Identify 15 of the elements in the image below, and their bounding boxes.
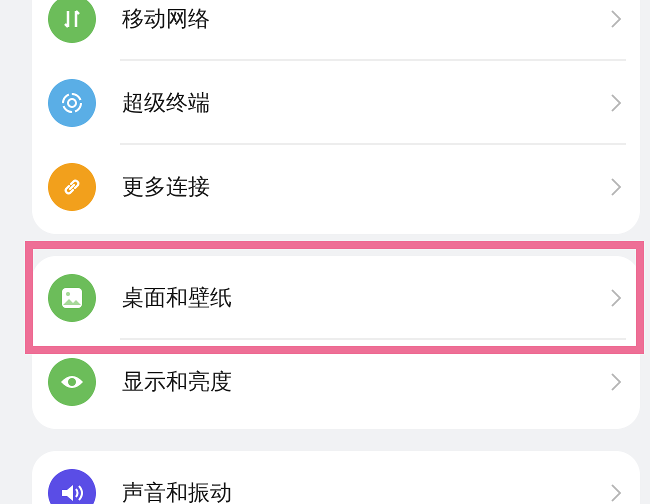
setting-label[interactable]: 超级终端: [122, 88, 610, 118]
image-icon: [60, 286, 84, 310]
setting-label[interactable]: 更多连接: [122, 172, 610, 202]
chevron-icon: [610, 288, 622, 308]
chevron-icon: [610, 93, 622, 113]
setting-label[interactable]: 声音和振动: [122, 478, 610, 504]
chevron-icon: [610, 177, 622, 197]
setting-label[interactable]: 显示和亮度: [122, 367, 610, 397]
rings-icon: [59, 90, 85, 116]
setting-label[interactable]: 桌面和壁纸: [122, 283, 610, 313]
chevron-icon: [610, 9, 622, 29]
speaker-icon: [59, 482, 85, 504]
setting-label[interactable]: 移动网络: [122, 4, 610, 34]
chevron-icon: [610, 483, 622, 503]
chevron-icon: [610, 372, 622, 392]
